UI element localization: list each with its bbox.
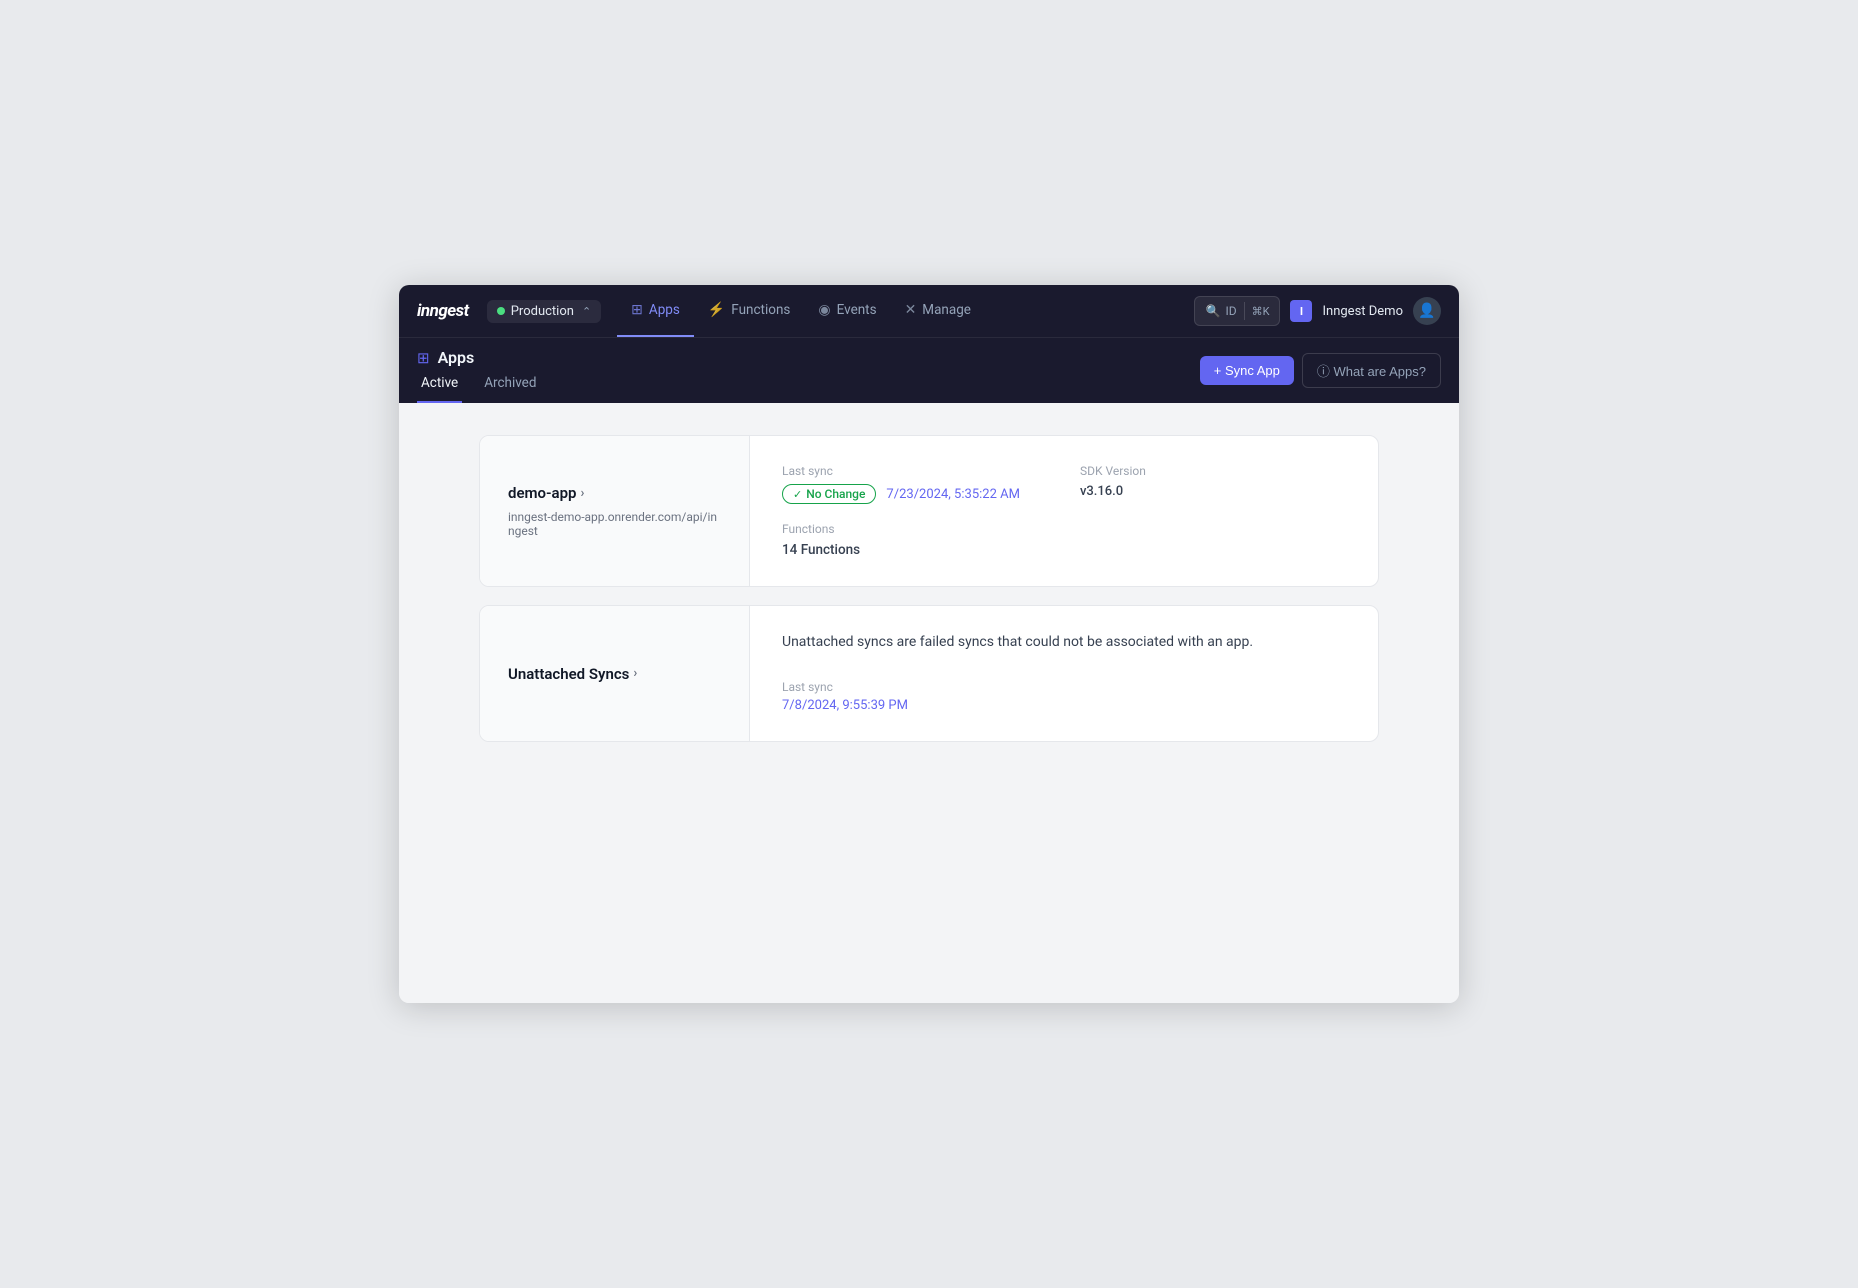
- tab-archived[interactable]: Archived: [480, 375, 540, 403]
- sync-app-button[interactable]: + Sync App: [1200, 356, 1294, 385]
- logo: inngest: [417, 301, 469, 321]
- avatar[interactable]: 👤: [1413, 297, 1441, 325]
- apps-nav-icon: ⊞: [631, 302, 643, 318]
- chevron-down-icon: ⌃: [582, 305, 591, 318]
- env-label: Production: [511, 304, 574, 319]
- app-card-left: demo-app › inngest-demo-app.onrender.com…: [480, 436, 750, 586]
- events-nav-icon: ◉: [818, 302, 830, 318]
- app-card-right: Last sync ✓ No Change 7/23/2024, 5:35:22…: [750, 436, 1378, 586]
- functions-section-label: Functions: [782, 522, 1346, 536]
- unattached-last-sync-label: Last sync: [782, 680, 1346, 694]
- top-navigation: inngest Production ⌃ ⊞ Apps ⚡ Functions …: [399, 285, 1459, 337]
- nav-right: 🔍 ID ⌘K I Inngest Demo 👤: [1194, 296, 1441, 326]
- env-status-dot: [497, 307, 505, 315]
- sync-date: 7/23/2024, 5:35:22 AM: [886, 487, 1020, 502]
- functions-section: Functions 14 Functions: [782, 522, 1346, 558]
- app-url: inngest-demo-app.onrender.com/api/innges…: [508, 510, 721, 538]
- page-title: Apps: [438, 348, 475, 367]
- sync-status-row: ✓ No Change 7/23/2024, 5:35:22 AM: [782, 484, 1020, 504]
- sdk-version-value: v3.16.0: [1080, 484, 1146, 499]
- nav-item-apps[interactable]: ⊞ Apps: [617, 285, 694, 337]
- unattached-last-sync-date: 7/8/2024, 9:55:39 PM: [782, 698, 1346, 713]
- last-sync-section: Last sync ✓ No Change 7/23/2024, 5:35:22…: [782, 464, 1020, 504]
- last-sync-label: Last sync: [782, 464, 1020, 478]
- subheader-actions: + Sync App ⓘ What are Apps?: [1200, 353, 1441, 398]
- check-icon: ✓: [793, 488, 802, 501]
- search-button[interactable]: 🔍 ID ⌘K: [1194, 296, 1280, 326]
- environment-selector[interactable]: Production ⌃: [487, 300, 601, 323]
- nav-label-functions: Functions: [731, 302, 790, 318]
- tab-active[interactable]: Active: [417, 375, 462, 403]
- nav-label-manage: Manage: [922, 302, 971, 318]
- apps-page-icon: ⊞: [417, 349, 430, 367]
- sync-status-text: No Change: [806, 487, 865, 501]
- search-label: ID: [1225, 304, 1236, 318]
- functions-nav-icon: ⚡: [708, 302, 725, 318]
- page-title-row: ⊞ Apps: [417, 348, 558, 367]
- search-divider: [1244, 302, 1245, 320]
- unattached-last-sync: Last sync 7/8/2024, 9:55:39 PM: [782, 680, 1346, 713]
- unattached-card-left: Unattached Syncs ›: [480, 606, 750, 741]
- unattached-description: Unattached syncs are failed syncs that c…: [782, 634, 1346, 650]
- user-name: Inngest Demo: [1322, 304, 1403, 319]
- main-nav: ⊞ Apps ⚡ Functions ◉ Events ✕ Manage: [617, 285, 1194, 337]
- manage-nav-icon: ✕: [905, 302, 917, 318]
- nav-item-manage[interactable]: ✕ Manage: [891, 285, 985, 337]
- search-icon: 🔍: [1205, 304, 1220, 318]
- app-meta-row: Last sync ✓ No Change 7/23/2024, 5:35:22…: [782, 464, 1346, 504]
- app-name-chevron-icon: ›: [580, 486, 584, 501]
- nav-item-functions[interactable]: ⚡ Functions: [694, 285, 805, 337]
- nav-label-apps: Apps: [649, 302, 680, 318]
- app-card-unattached: Unattached Syncs › Unattached syncs are …: [479, 605, 1379, 742]
- nav-label-events: Events: [837, 302, 877, 318]
- sub-header: ⊞ Apps Active Archived + Sync App ⓘ What…: [399, 337, 1459, 403]
- user-badge: I: [1290, 300, 1312, 322]
- unattached-chevron-icon: ›: [633, 666, 637, 681]
- unattached-card-right: Unattached syncs are failed syncs that c…: [750, 606, 1378, 741]
- sdk-version-section: SDK Version v3.16.0: [1080, 464, 1146, 499]
- main-content: demo-app › inngest-demo-app.onrender.com…: [399, 403, 1459, 1003]
- nav-item-events[interactable]: ◉ Events: [804, 285, 890, 337]
- keyboard-shortcut: ⌘K: [1252, 305, 1270, 318]
- sdk-version-label: SDK Version: [1080, 464, 1146, 478]
- tabs-row: Active Archived: [417, 367, 558, 403]
- app-card-demo: demo-app › inngest-demo-app.onrender.com…: [479, 435, 1379, 587]
- no-change-badge: ✓ No Change: [782, 484, 876, 504]
- unattached-syncs-link[interactable]: Unattached Syncs ›: [508, 665, 721, 683]
- app-name[interactable]: demo-app ›: [508, 484, 721, 502]
- what-are-apps-button[interactable]: ⓘ What are Apps?: [1302, 353, 1441, 388]
- functions-count: 14 Functions: [782, 542, 1346, 558]
